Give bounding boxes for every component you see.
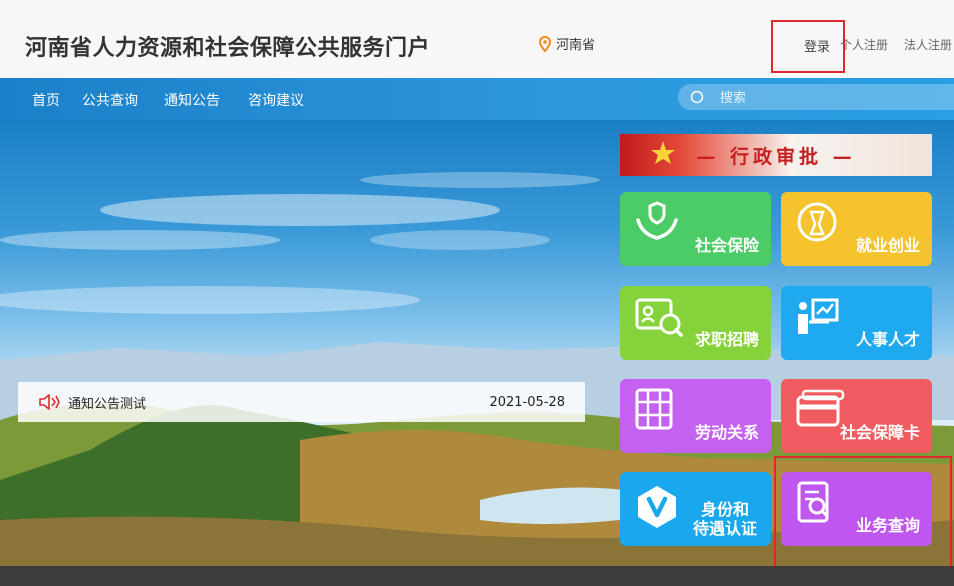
notice-date: 2021-05-28 (489, 394, 565, 410)
employment-bulb-icon (797, 202, 837, 242)
notice-title[interactable]: 通知公告测试 (68, 393, 489, 412)
tile-identity-verification[interactable]: 身份和 待遇认证 (620, 472, 771, 546)
tile-label: 求职招聘 (694, 330, 759, 349)
nav-public-query[interactable]: 公共查询 (82, 90, 138, 110)
corporate-register-link[interactable]: 法人注册 (904, 36, 952, 53)
tile-labor-relations[interactable]: 劳动关系 (620, 379, 771, 453)
tile-label: 社会保障卡 (839, 423, 920, 442)
security-card-icon (796, 389, 845, 427)
site-title: 河南省人力资源和社会保障公共服务门户 (25, 36, 431, 61)
search-icon (690, 90, 704, 104)
login-highlight-box (771, 20, 845, 73)
tile-social-security-card[interactable]: 社会保障卡 (781, 379, 932, 453)
tile-label: 身份和 待遇认证 (692, 500, 757, 538)
footer-bar (0, 566, 954, 586)
region-label: 河南省 (556, 38, 596, 53)
labor-book-icon (635, 388, 673, 430)
tile-social-insurance[interactable]: 社会保险 (620, 192, 771, 266)
search-input[interactable] (720, 89, 920, 105)
location-pin-icon (538, 35, 552, 52)
tile-label: 人事人才 (855, 330, 920, 349)
personal-register-link[interactable]: 个人注册 (840, 36, 888, 53)
tile-label: 就业创业 (855, 236, 920, 255)
search-box[interactable] (678, 84, 954, 110)
nav-home[interactable]: 首页 (32, 90, 60, 110)
speaker-icon (39, 394, 60, 410)
nav-suggestions[interactable]: 咨询建议 (248, 90, 304, 110)
recruit-card-icon (635, 298, 683, 337)
talent-presenter-icon (798, 298, 839, 334)
business-query-highlight-box (774, 456, 952, 568)
tile-employment[interactable]: 就业创业 (781, 192, 932, 266)
admin-approval-label: — 行政审批 — (696, 145, 856, 168)
notice-bar[interactable]: 通知公告测试 2021-05-28 (18, 382, 585, 422)
nav-notices[interactable]: 通知公告 (164, 90, 220, 110)
tile-label: 劳动关系 (694, 423, 759, 442)
admin-approval-banner[interactable]: — 行政审批 — (620, 134, 932, 176)
insurance-hands-icon (636, 201, 678, 240)
region-selector[interactable]: 河南省 (538, 34, 595, 53)
tile-job-recruitment[interactable]: 求职招聘 (620, 286, 771, 360)
tile-hr-talent[interactable]: 人事人才 (781, 286, 932, 360)
flag-star-icon (651, 141, 675, 164)
tile-label: 社会保险 (694, 236, 759, 255)
header: 河南省人力资源和社会保障公共服务门户 河南省 登录 个人注册 法人注册 (0, 0, 954, 78)
identity-v-icon (638, 486, 676, 528)
